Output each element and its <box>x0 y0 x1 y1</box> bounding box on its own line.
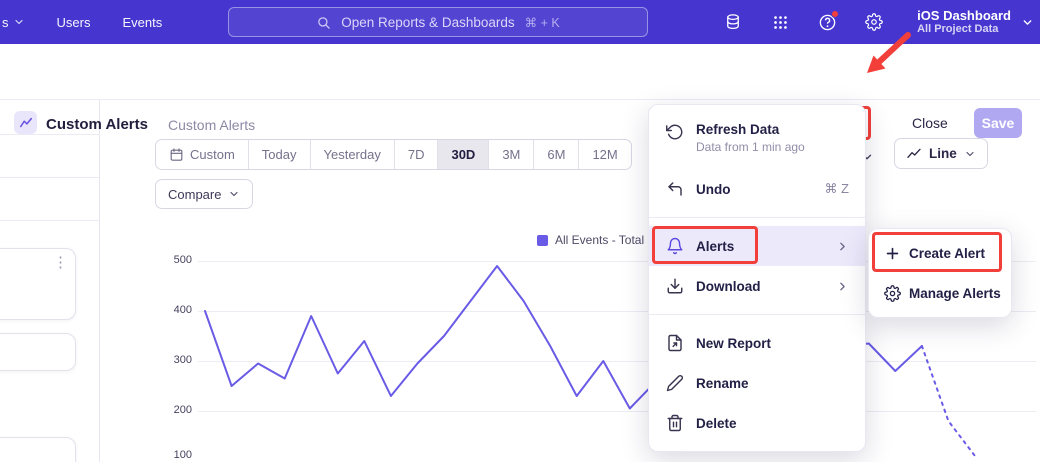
breadcrumb: Custom Alerts <box>168 117 255 133</box>
refresh-icon <box>665 122 685 142</box>
trash-icon <box>665 413 685 433</box>
chevron-right-icon <box>836 280 849 293</box>
menu-item-undo[interactable]: Undo ⌘ Z <box>649 169 865 209</box>
help-icon[interactable] <box>817 12 837 32</box>
menu-item-download[interactable]: Download <box>649 266 865 306</box>
top-nav-right: iOS Dashboard All Project Data <box>723 0 1034 44</box>
range-12m-button[interactable]: 12M <box>579 140 630 169</box>
menu-item-rename[interactable]: Rename <box>649 363 865 403</box>
date-range-control: Custom Today Yesterday 7D 30D 3M 6M 12M <box>155 139 632 170</box>
compare-label: Compare <box>168 187 221 202</box>
menu-divider <box>649 314 865 315</box>
settings-gear-icon[interactable] <box>864 12 884 32</box>
range-30d-button[interactable]: 30D <box>438 140 489 169</box>
kebab-menu-icon[interactable]: ⋮ <box>53 255 68 271</box>
query-card[interactable]: ⋮ <box>0 248 76 320</box>
plus-icon <box>883 244 901 262</box>
menu-item-label: Undo <box>696 182 731 197</box>
chevron-down-icon <box>964 148 976 160</box>
menu-item-alerts[interactable]: Alerts <box>649 226 865 266</box>
y-axis-label: 200 <box>148 404 192 416</box>
nav-item-label: s <box>2 15 9 30</box>
menu-item-label: Refresh Data <box>696 122 805 137</box>
submenu-item-label: Manage Alerts <box>909 286 1001 301</box>
query-card[interactable] <box>0 333 76 371</box>
search-input[interactable]: Open Reports & Dashboards ⌘ + K <box>228 7 648 37</box>
range-label: Custom <box>190 147 235 162</box>
save-button[interactable]: Save <box>974 108 1022 138</box>
undo-icon <box>665 179 685 199</box>
range-7d-button[interactable]: 7D <box>395 140 439 169</box>
project-subtitle: All Project Data <box>917 23 1011 36</box>
nav-item-boards-cut[interactable]: s <box>2 15 25 30</box>
panel-divider <box>0 220 99 221</box>
menu-item-refresh-data[interactable]: Refresh Data Data from 1 min ago <box>649 113 865 169</box>
search-shortcut: ⌘ + K <box>525 15 560 30</box>
menu-item-new-report[interactable]: New Report <box>649 323 865 363</box>
chart-line-dashed <box>922 346 975 456</box>
report-chart-icon <box>14 111 37 134</box>
database-icon[interactable] <box>723 12 743 32</box>
submenu-item-create-alert[interactable]: Create Alert <box>869 233 1011 273</box>
alert-bell-icon <box>665 236 685 256</box>
chart-type-label: Line <box>929 146 957 161</box>
range-3m-button[interactable]: 3M <box>489 140 534 169</box>
context-menu: Refresh Data Data from 1 min ago Undo ⌘ … <box>648 104 866 452</box>
menu-shortcut: ⌘ Z <box>824 181 849 197</box>
alerts-submenu: Create Alert Manage Alerts <box>868 228 1012 318</box>
menu-item-label: Alerts <box>696 239 734 254</box>
menu-item-subtitle: Data from 1 min ago <box>696 140 805 154</box>
download-icon <box>665 276 685 296</box>
gear-icon <box>883 284 901 302</box>
search-placeholder: Open Reports & Dashboards <box>341 15 514 30</box>
y-axis-label: 400 <box>148 304 192 316</box>
app: s Users Events Open Reports & Dashboards… <box>0 0 1040 462</box>
chevron-down-icon <box>13 16 25 28</box>
nav-item-users[interactable]: Users <box>57 15 91 30</box>
top-nav-left: s Users Events <box>0 0 162 44</box>
range-today-button[interactable]: Today <box>249 140 311 169</box>
new-report-icon <box>665 333 685 353</box>
line-chart-icon <box>906 146 922 162</box>
calendar-icon <box>169 147 184 162</box>
menu-item-delete[interactable]: Delete <box>649 403 865 443</box>
menu-item-label: Download <box>696 279 761 294</box>
range-custom-button[interactable]: Custom <box>156 140 249 169</box>
page-title: Custom Alerts <box>46 116 148 133</box>
panel-divider <box>0 177 99 178</box>
top-nav: s Users Events Open Reports & Dashboards… <box>0 0 1040 44</box>
search-icon <box>316 15 331 30</box>
panel-divider <box>0 134 99 135</box>
chevron-right-icon <box>836 240 849 253</box>
chevron-down-icon <box>228 188 240 200</box>
query-card[interactable] <box>0 437 76 462</box>
menu-item-label: New Report <box>696 336 771 351</box>
page-header: Custom Alerts Custom Alerts GV Duplicate… <box>0 44 1040 100</box>
nav-item-events[interactable]: Events <box>122 15 162 30</box>
apps-grid-icon[interactable] <box>770 12 790 32</box>
y-axis-label: 100 <box>148 449 192 461</box>
pencil-icon <box>665 373 685 393</box>
chart-type-button[interactable]: Line <box>894 138 988 169</box>
project-switcher[interactable]: iOS Dashboard All Project Data <box>917 8 1034 36</box>
menu-divider <box>649 217 865 218</box>
range-6m-button[interactable]: 6M <box>534 140 579 169</box>
y-axis-label: 300 <box>148 354 192 366</box>
legend-swatch <box>537 235 548 246</box>
compare-button[interactable]: Compare <box>155 179 253 209</box>
legend-label: All Events - Total <box>555 233 644 247</box>
chevron-down-icon <box>1021 16 1034 29</box>
close-button[interactable]: Close <box>912 115 948 131</box>
project-title: iOS Dashboard <box>917 8 1011 23</box>
y-axis-label: 500 <box>148 254 192 266</box>
submenu-item-label: Create Alert <box>909 246 985 261</box>
submenu-item-manage-alerts[interactable]: Manage Alerts <box>869 273 1011 313</box>
legend[interactable]: All Events - Total <box>537 233 644 247</box>
menu-item-label: Rename <box>696 376 749 391</box>
left-panel: ⋮ <box>0 100 100 462</box>
help-notification-badge <box>831 10 839 18</box>
menu-item-label: Delete <box>696 416 737 431</box>
range-yesterday-button[interactable]: Yesterday <box>311 140 395 169</box>
